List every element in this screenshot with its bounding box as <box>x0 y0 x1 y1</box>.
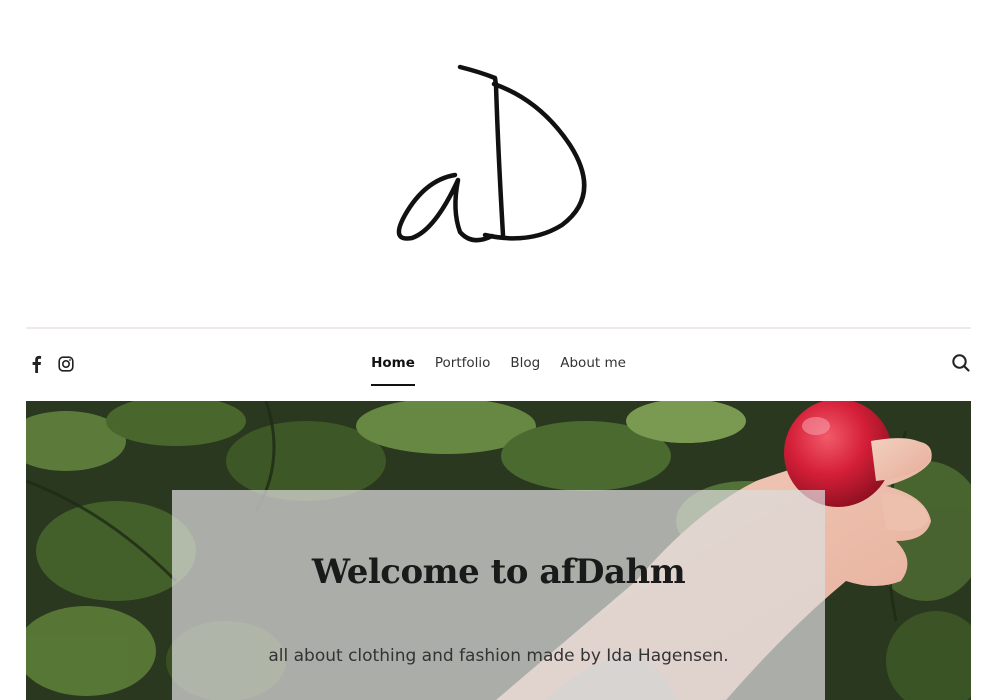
hero-subtitle: all about clothing and fashion made by I… <box>268 646 729 666</box>
search-icon[interactable] <box>951 353 971 373</box>
logo-graphic <box>396 64 587 243</box>
nav-menu: Home Portfolio Blog About me <box>26 340 971 386</box>
site-logo[interactable] <box>380 50 620 250</box>
hero-card: Welcome to afDahm all about clothing and… <box>172 490 825 700</box>
nav-item-home[interactable]: Home <box>371 340 415 386</box>
nav-item-portfolio[interactable]: Portfolio <box>435 340 491 385</box>
nav-item-blog[interactable]: Blog <box>510 340 540 385</box>
hero-title: Welcome to afDahm <box>311 552 686 592</box>
main-navigation: Home Portfolio Blog About me <box>26 340 971 390</box>
hero-banner: Welcome to afDahm all about clothing and… <box>26 401 971 700</box>
nav-item-about-me[interactable]: About me <box>560 340 626 385</box>
page: Home Portfolio Blog About me Welcome to … <box>0 0 1000 700</box>
header-divider <box>26 327 971 329</box>
